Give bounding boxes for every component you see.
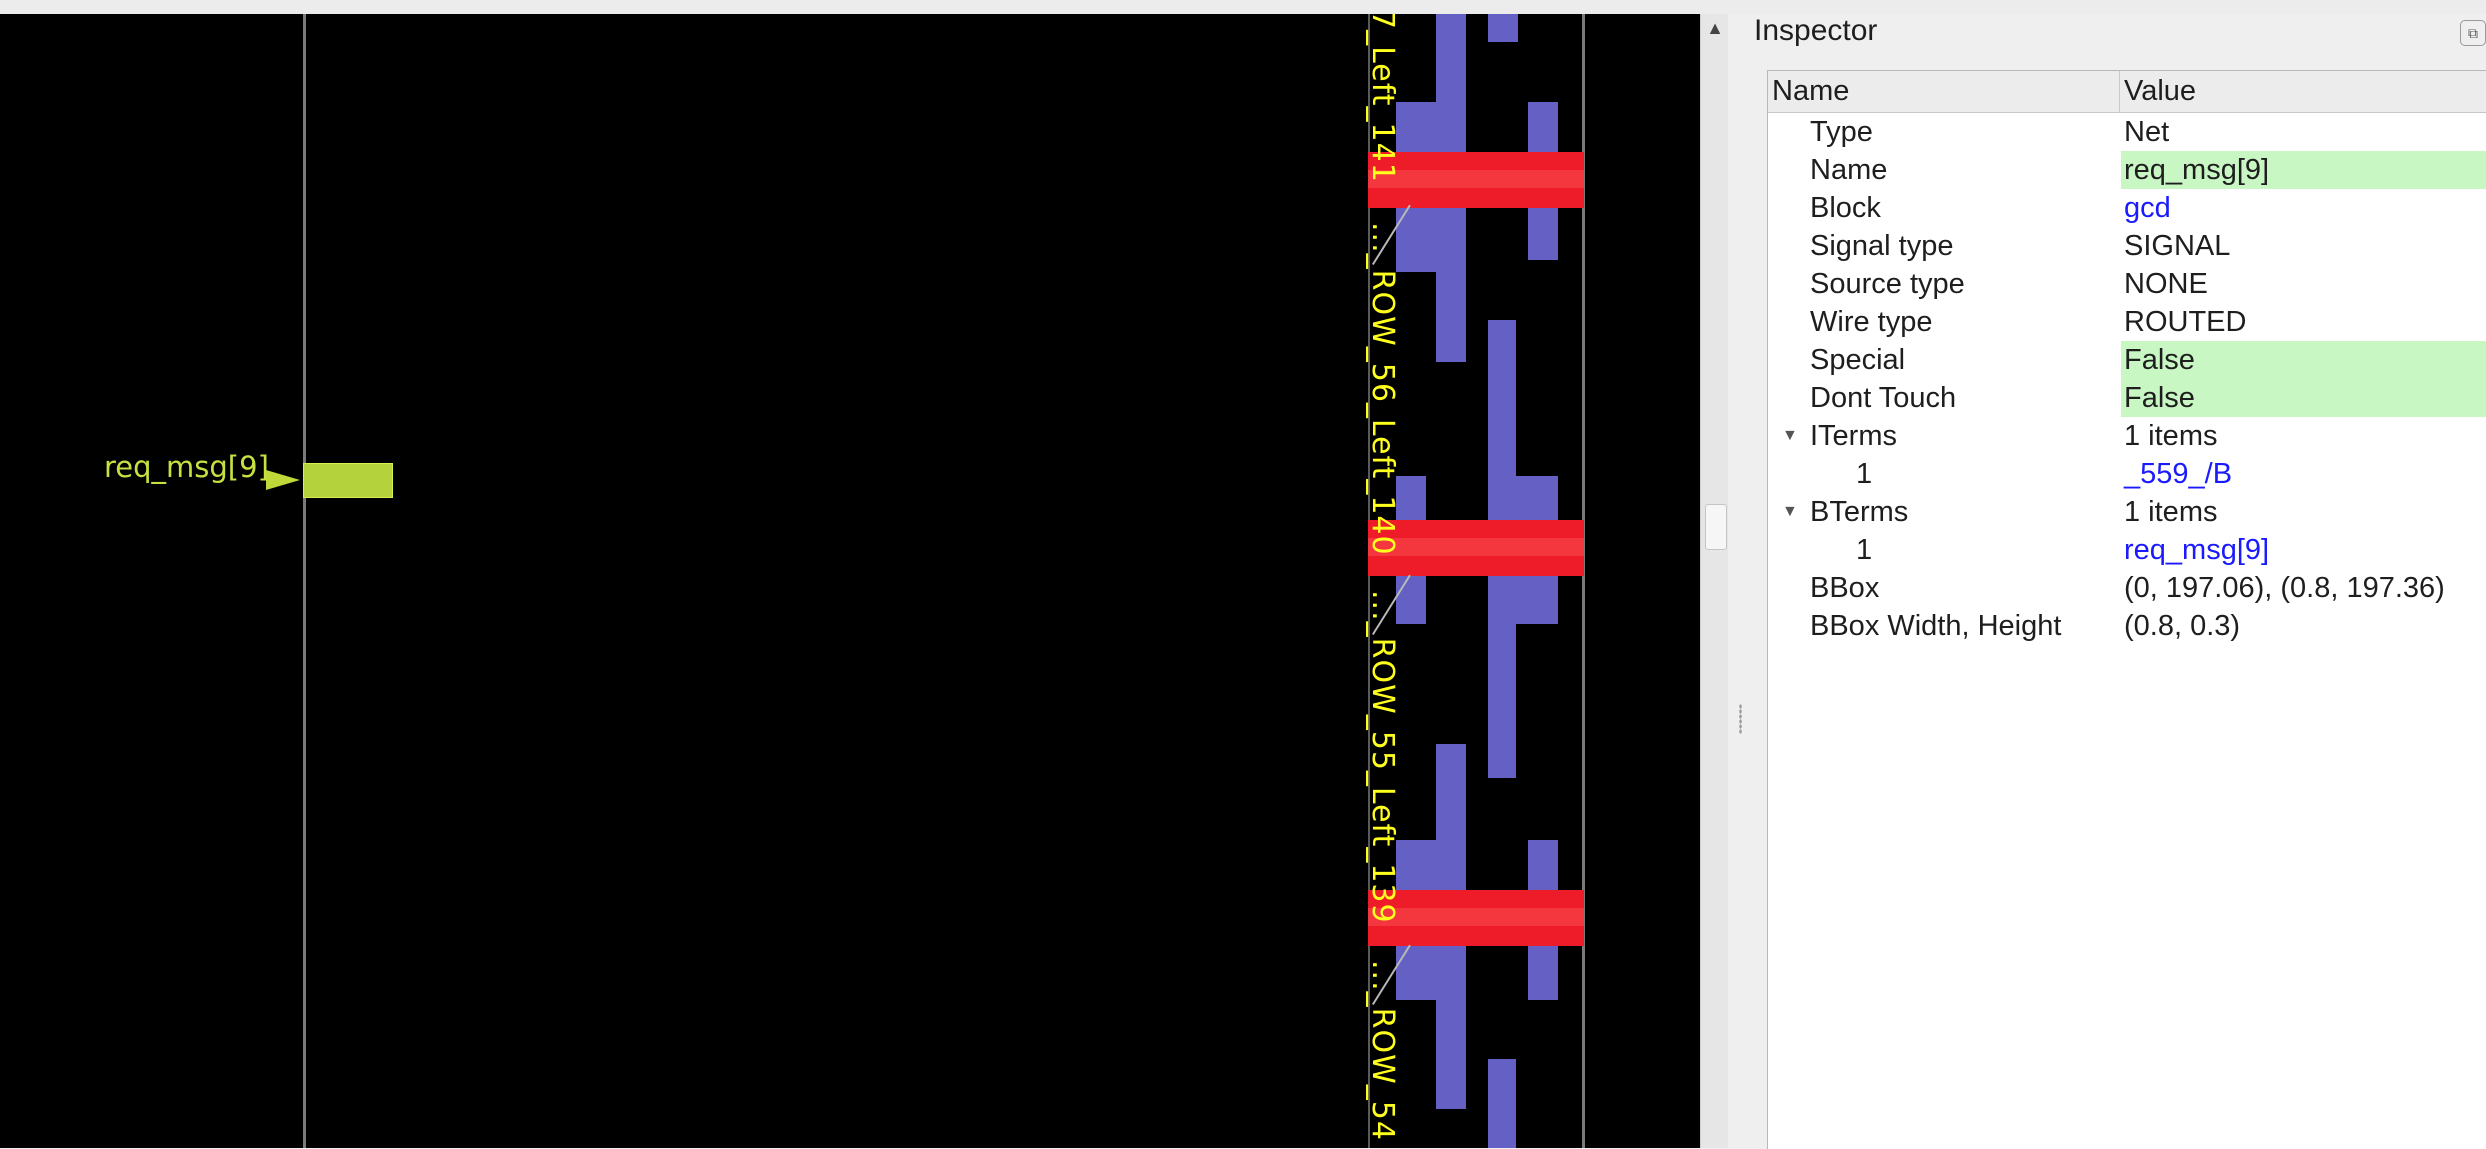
property-row[interactable]: Wire type ROUTED (1768, 303, 2486, 341)
property-name: 1 (1856, 534, 1873, 566)
layout-canvas[interactable]: 7_Left_141 ..._ROW_56_Left_140 ..._ROW_5… (0, 14, 1700, 1148)
expand-arrow-icon[interactable]: ▼ (1782, 493, 1798, 531)
row-label: 7_Left_141 (1365, 14, 1400, 183)
property-name: Wire type (1810, 306, 1933, 338)
pin-label: req_msg[9] (104, 450, 269, 484)
cell-shape (1488, 14, 1518, 42)
cell-shape (1436, 14, 1466, 104)
property-row[interactable]: Signal type SIGNAL (1768, 227, 2486, 265)
property-name: Dont Touch (1810, 382, 1957, 414)
property-name: Source type (1810, 268, 1965, 300)
property-value[interactable]: req_msg[9] (2121, 151, 2486, 189)
property-name: Block (1810, 192, 1881, 224)
property-value[interactable]: False (2121, 379, 2486, 417)
property-row[interactable]: Source type NONE (1768, 265, 2486, 303)
pin-direction-arrow-icon (266, 470, 300, 490)
property-value: Net (2124, 116, 2170, 148)
die-boundary-left (303, 14, 306, 1148)
row-label: ..._ROW_54 (1365, 960, 1400, 1141)
property-name: Special (1810, 344, 1906, 376)
layout-vertical-scrollbar[interactable]: ▲ (1700, 14, 1729, 1148)
cell-shape (1436, 744, 1466, 854)
property-value: 1 items (2124, 496, 2218, 528)
property-value: NONE (2124, 268, 2208, 300)
highlight-bar (1368, 520, 1584, 576)
property-value[interactable]: False (2121, 341, 2486, 379)
property-name: 1 (1856, 458, 1873, 490)
scrollbar-thumb[interactable] (1705, 504, 1727, 550)
scroll-up-arrow-icon[interactable]: ▲ (1701, 14, 1729, 42)
property-row[interactable]: 1 req_msg[9] (1768, 531, 2486, 569)
property-row[interactable]: ▼ ITerms 1 items (1768, 417, 2486, 455)
panel-splitter[interactable] (1728, 14, 1754, 1148)
highlight-bar (1368, 890, 1584, 946)
property-row[interactable]: Block gcd (1768, 189, 2486, 227)
cell-shape (1488, 1059, 1516, 1148)
property-row[interactable]: Name req_msg[9] (1768, 151, 2486, 189)
property-row[interactable]: Dont Touch False (1768, 379, 2486, 417)
property-name: BTerms (1810, 496, 1909, 528)
header-value[interactable]: Value (2120, 71, 2486, 112)
pin-shape[interactable] (303, 463, 393, 498)
highlight-bar (1368, 152, 1584, 208)
property-row[interactable]: 1 _559_/B (1768, 455, 2486, 493)
row-label: ..._ROW_56_Left_140 (1365, 222, 1400, 556)
property-row[interactable]: BBox Width, Height (0.8, 0.3) (1768, 607, 2486, 645)
inspector-title: Inspector (1754, 14, 1878, 47)
property-link[interactable]: _559_/B (2124, 455, 2232, 493)
property-name: Signal type (1810, 230, 1954, 262)
property-link[interactable]: gcd (2124, 189, 2171, 227)
property-value: 1 items (2124, 420, 2218, 452)
property-row[interactable]: Special False (1768, 341, 2486, 379)
cell-shape (1488, 320, 1516, 490)
row-label: ..._ROW_55_Left_139 (1365, 590, 1400, 924)
property-value: (0, 197.06), (0.8, 197.36) (2124, 572, 2445, 604)
property-name: BBox (1810, 572, 1880, 604)
property-row[interactable]: Type Net (1768, 113, 2486, 151)
top-toolbar-edge (0, 0, 2486, 15)
property-row[interactable]: BBox (0, 197.06), (0.8, 197.36) (1768, 569, 2486, 607)
cell-shape (1488, 622, 1516, 778)
property-value: (0.8, 0.3) (2124, 610, 2241, 642)
property-name: Name (1810, 154, 1888, 186)
property-name: ITerms (1810, 420, 1897, 452)
expand-arrow-icon[interactable]: ▼ (1782, 417, 1798, 455)
cell-shape (1436, 264, 1466, 362)
property-row[interactable]: ▼ BTerms 1 items (1768, 493, 2486, 531)
tree-header: Name Value (1768, 71, 2486, 113)
splitter-grip-icon (1739, 704, 1742, 734)
cell-shape (1436, 994, 1466, 1109)
property-value: ROUTED (2124, 306, 2247, 338)
property-link[interactable]: req_msg[9] (2124, 531, 2269, 569)
property-name: Type (1810, 116, 1873, 148)
header-name[interactable]: Name (1768, 71, 2120, 112)
inspector-tree[interactable]: Name Value Type Net Name req_msg[9] Bloc… (1767, 70, 2486, 1149)
property-name: BBox Width, Height (1810, 610, 2062, 642)
inspector-panel: Inspector ⧉ Name Value Type Net Name req… (1754, 14, 2486, 1149)
property-value: SIGNAL (2124, 230, 2231, 262)
float-panel-icon[interactable]: ⧉ (2460, 20, 2486, 46)
